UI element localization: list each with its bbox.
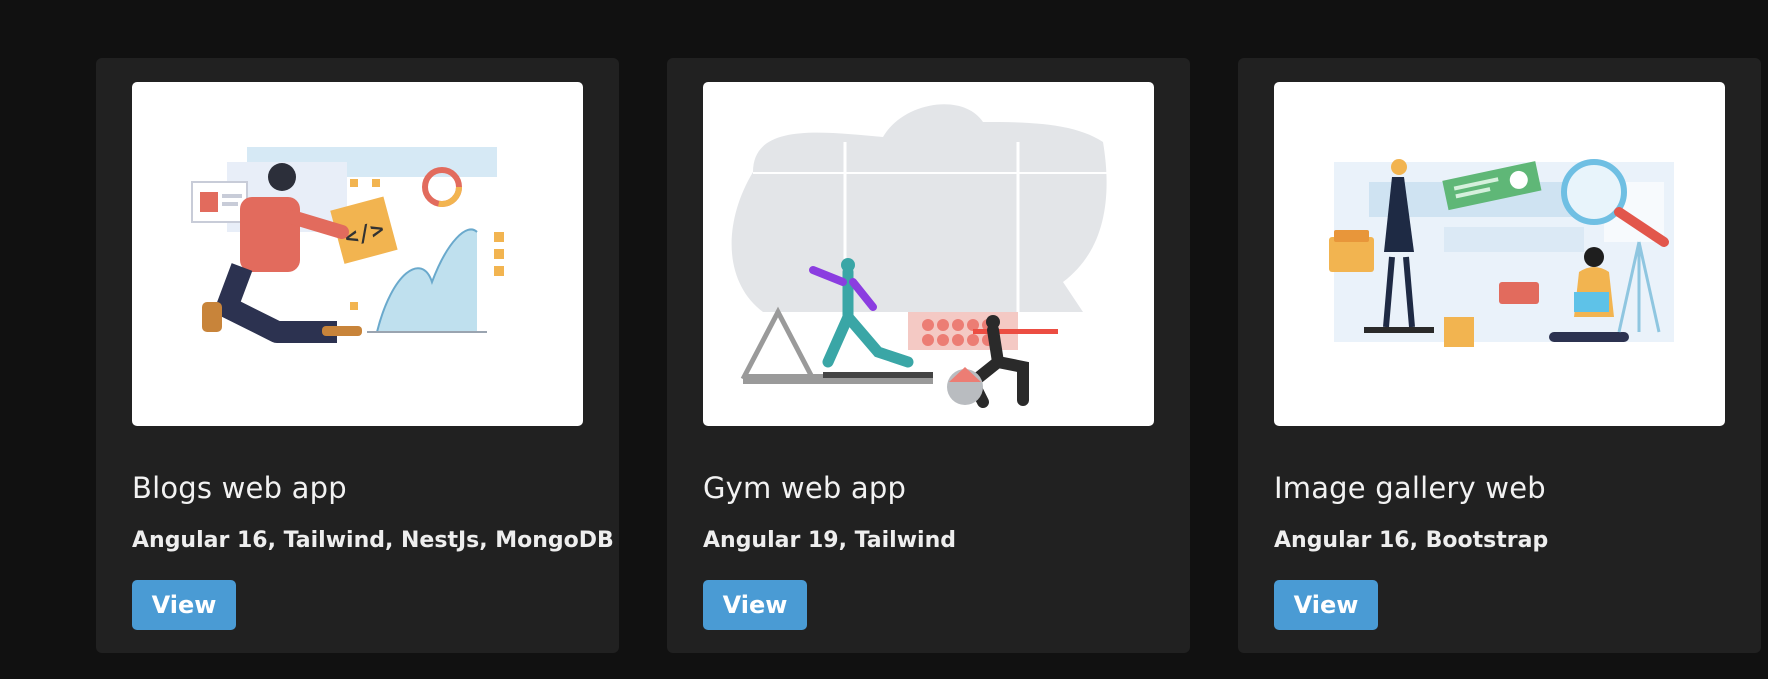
project-card-image-gallery: Image gallery web Angular 16, Bootstrap … [1238, 58, 1761, 653]
developer-coding-illustration-icon: </> [191, 147, 504, 343]
projects-grid: </> Blogs web app Angular 16, Tailwind, … [0, 0, 1768, 679]
project-tech-stack: Angular 16, Bootstrap [1274, 528, 1549, 553]
project-title: Gym web app [703, 471, 907, 505]
view-button[interactable]: View [703, 580, 807, 630]
project-tech-stack: Angular 19, Tailwind [703, 528, 956, 553]
view-button[interactable]: View [1274, 580, 1378, 630]
view-button[interactable]: View [132, 580, 236, 630]
project-image: </> [132, 82, 583, 426]
project-title: Blogs web app [132, 471, 347, 505]
project-tech-stack: Angular 16, Tailwind, NestJs, MongoDB [132, 528, 614, 553]
project-title: Image gallery web [1274, 471, 1546, 505]
project-image [1274, 82, 1725, 426]
project-image [703, 82, 1154, 426]
project-card-blogs: </> Blogs web app Angular 16, Tailwind, … [96, 58, 619, 653]
project-card-gym: Gym web app Angular 19, Tailwind View [667, 58, 1190, 653]
image-gallery-illustration-icon [1329, 159, 1674, 347]
gym-workout-illustration-icon [731, 104, 1108, 408]
